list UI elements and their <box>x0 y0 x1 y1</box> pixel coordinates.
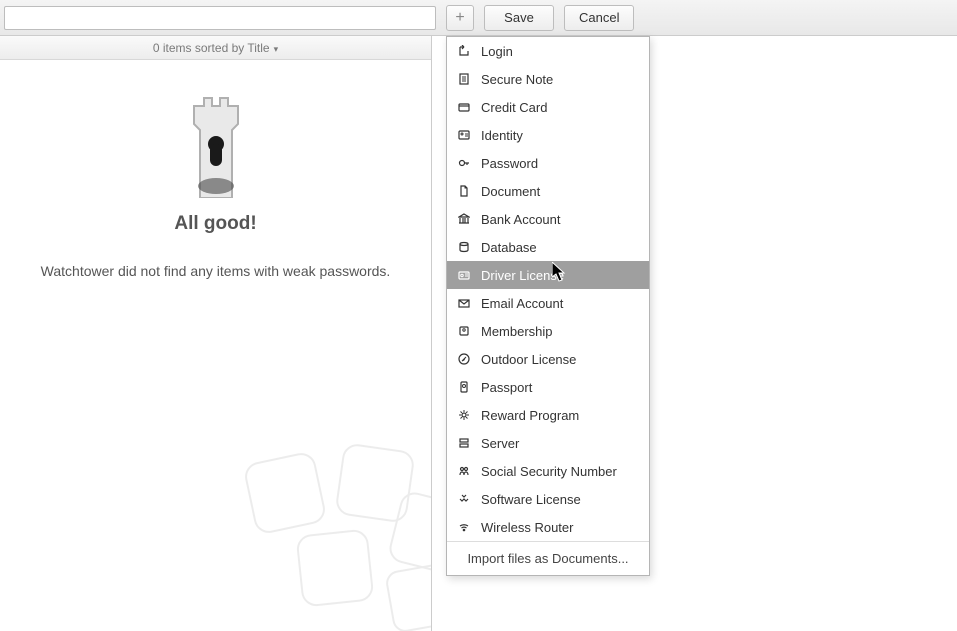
dropdown-item-label: Server <box>481 436 519 451</box>
dropdown-item-identity[interactable]: Identity <box>447 121 649 149</box>
dropdown-item-password[interactable]: Password <box>447 149 649 177</box>
dropdown-import-files[interactable]: Import files as Documents... <box>447 541 649 575</box>
dropdown-item-social-security-number[interactable]: Social Security Number <box>447 457 649 485</box>
badge-icon <box>457 324 471 338</box>
new-item-dropdown: Login Secure Note Credit Card Identity Passw… <box>446 36 650 576</box>
dropdown-item-wireless-router[interactable]: Wireless Router <box>447 513 649 541</box>
dropdown-item-label: Software License <box>481 492 581 507</box>
license-icon <box>457 268 471 282</box>
dropdown-item-document[interactable]: Document <box>447 177 649 205</box>
group-icon <box>457 464 471 478</box>
save-button[interactable]: Save <box>484 5 554 31</box>
dropdown-item-label: Driver License <box>481 268 564 283</box>
dropdown-item-passport[interactable]: Passport <box>447 373 649 401</box>
sort-label: 0 items sorted by Title <box>153 41 278 55</box>
dropdown-item-label: Bank Account <box>481 212 561 227</box>
list-sort-header[interactable]: 0 items sorted by Title <box>0 36 431 60</box>
cancel-button[interactable]: Cancel <box>564 5 634 31</box>
dropdown-item-login[interactable]: Login <box>447 37 649 65</box>
gear-icon <box>457 408 471 422</box>
dropdown-item-credit-card[interactable]: Credit Card <box>447 93 649 121</box>
compass-icon <box>457 352 471 366</box>
dropdown-item-label: Identity <box>481 128 523 143</box>
dropdown-item-label: Social Security Number <box>481 464 617 479</box>
db-icon <box>457 240 471 254</box>
dropdown-item-label: Document <box>481 184 540 199</box>
empty-subtitle: Watchtower did not find any items with w… <box>41 263 391 279</box>
dropdown-item-label: Email Account <box>481 296 563 311</box>
passport-icon <box>457 380 471 394</box>
dropdown-item-label: Outdoor License <box>481 352 576 367</box>
search-input[interactable] <box>4 6 436 30</box>
toolbar: + Save Cancel <box>0 0 957 36</box>
dropdown-item-membership[interactable]: Membership <box>447 317 649 345</box>
key-icon <box>457 156 471 170</box>
watchtower-icon <box>176 88 256 201</box>
dropdown-item-label: Passport <box>481 380 532 395</box>
dropdown-item-label: Credit Card <box>481 100 547 115</box>
background-decoration <box>240 438 432 631</box>
id-icon <box>457 128 471 142</box>
dropdown-item-label: Secure Note <box>481 72 553 87</box>
dropdown-item-secure-note[interactable]: Secure Note <box>447 65 649 93</box>
bank-icon <box>457 212 471 226</box>
item-list-panel: 0 items sorted by Title All good! Watcht… <box>0 36 432 631</box>
app-icon <box>457 492 471 506</box>
mail-icon <box>457 296 471 310</box>
dropdown-item-email-account[interactable]: Email Account <box>447 289 649 317</box>
card-icon <box>457 100 471 114</box>
dropdown-item-bank-account[interactable]: Bank Account <box>447 205 649 233</box>
dropdown-item-outdoor-license[interactable]: Outdoor License <box>447 345 649 373</box>
arrow-in-icon <box>457 44 471 58</box>
dropdown-item-server[interactable]: Server <box>447 429 649 457</box>
empty-state: All good! Watchtower did not find any it… <box>0 60 431 279</box>
dropdown-item-database[interactable]: Database <box>447 233 649 261</box>
note-icon <box>457 72 471 86</box>
dropdown-item-label: Database <box>481 240 537 255</box>
dropdown-item-label: Reward Program <box>481 408 579 423</box>
dropdown-item-label: Membership <box>481 324 553 339</box>
dropdown-item-driver-license[interactable]: Driver License <box>447 261 649 289</box>
dropdown-item-reward-program[interactable]: Reward Program <box>447 401 649 429</box>
add-item-button[interactable]: + <box>446 5 474 31</box>
dropdown-item-software-license[interactable]: Software License <box>447 485 649 513</box>
server-icon <box>457 436 471 450</box>
dropdown-item-label: Wireless Router <box>481 520 573 535</box>
doc-icon <box>457 184 471 198</box>
dropdown-item-label: Login <box>481 44 513 59</box>
wifi-icon <box>457 520 471 534</box>
empty-title: All good! <box>174 213 256 235</box>
dropdown-item-label: Password <box>481 156 538 171</box>
